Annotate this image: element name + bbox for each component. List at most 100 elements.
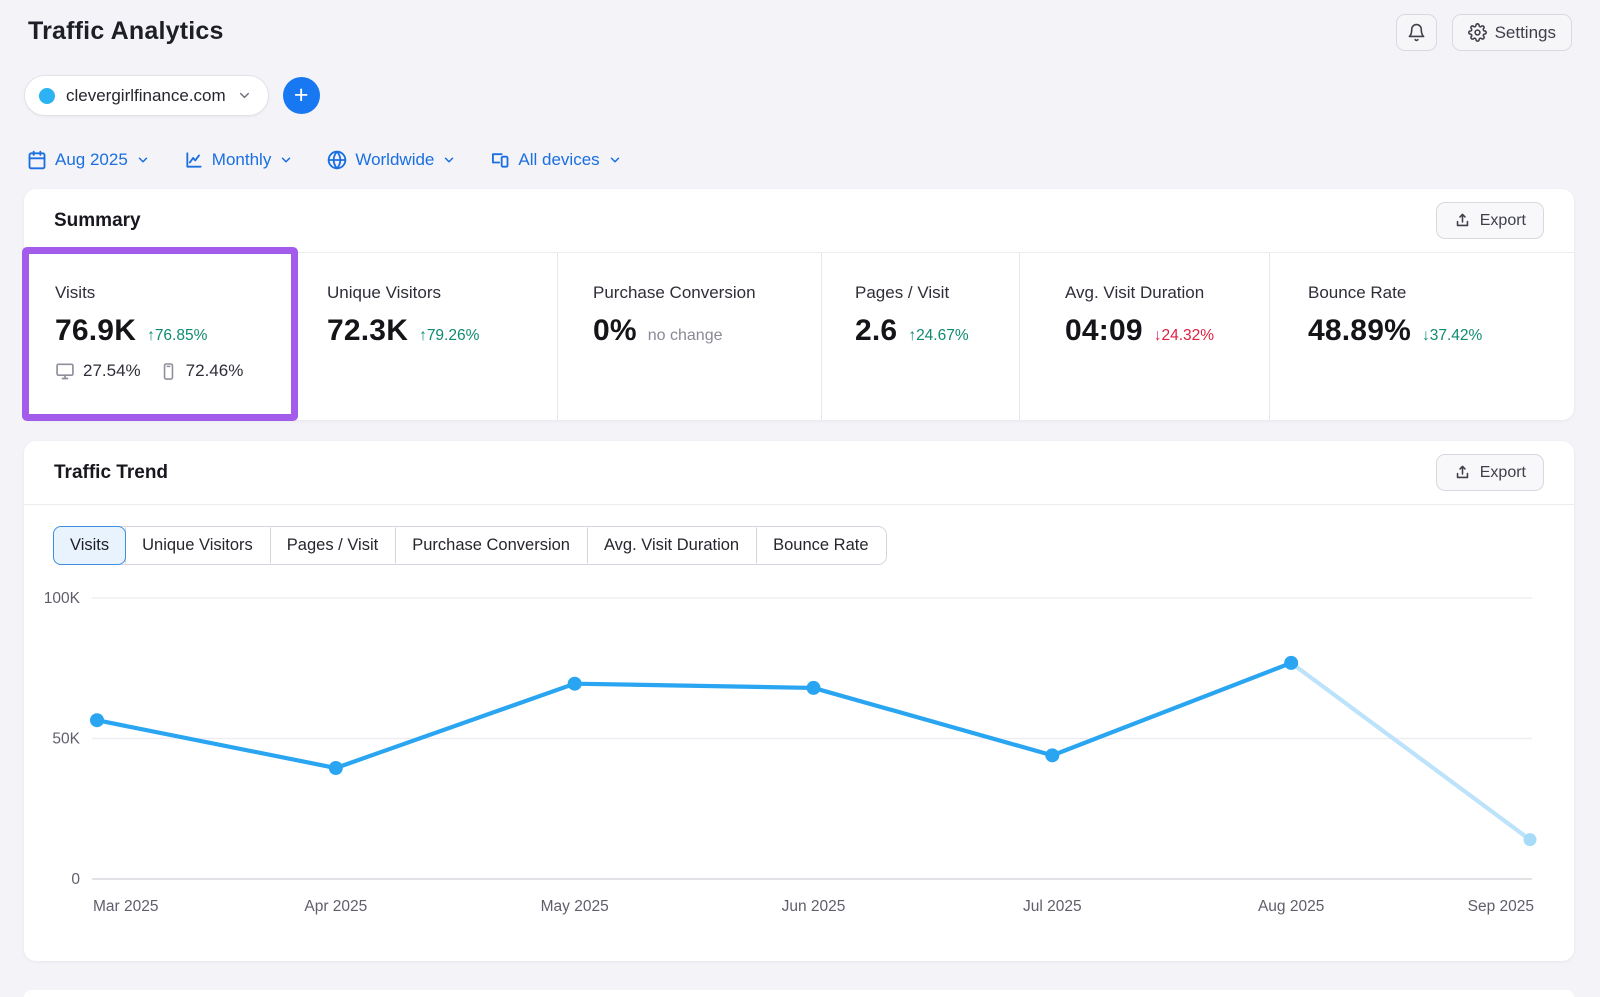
devices-filter[interactable]: All devices [490, 150, 621, 170]
x-axis-label: May 2025 [541, 898, 609, 915]
metric-bounce-rate: Bounce Rate 48.89% ↓37.42% [1269, 253, 1574, 420]
region-filter-label: Worldwide [355, 150, 434, 170]
x-axis-label: Aug 2025 [1258, 898, 1324, 915]
devices-filter-label: All devices [518, 150, 599, 170]
add-domain-button[interactable]: + [283, 77, 320, 114]
granularity-filter-label: Monthly [212, 150, 272, 170]
metric-value: 76.9K [55, 314, 136, 348]
metric-delta: ↑79.26% [419, 327, 479, 345]
summary-metrics-row: Visits 76.9K ↑76.85% 27.54% [24, 253, 1574, 420]
metric-delta: no change [648, 327, 723, 345]
chevron-down-icon [442, 153, 456, 167]
header-actions: Settings [1396, 14, 1572, 51]
domain-selector[interactable]: clevergirlfinance.com [24, 75, 269, 116]
date-filter[interactable]: Aug 2025 [27, 150, 150, 170]
summary-card: Summary Export Visits 76.9K ↑76.85% [24, 189, 1574, 420]
metric-label: Bounce Rate [1308, 283, 1574, 303]
chevron-down-icon [608, 153, 622, 167]
x-axis-label: Jul 2025 [1023, 898, 1082, 915]
desktop-icon [55, 361, 75, 381]
summary-header: Summary Export [24, 189, 1574, 253]
metric-label: Purchase Conversion [593, 283, 821, 303]
page-title: Traffic Analytics [28, 14, 224, 46]
chart-point-may-2025[interactable] [568, 677, 582, 691]
date-filter-label: Aug 2025 [55, 150, 128, 170]
x-axis-label: Mar 2025 [93, 898, 158, 915]
metric-tabs: VisitsUnique VisitorsPages / VisitPurcha… [53, 526, 887, 565]
mobile-share: 72.46% [186, 361, 244, 381]
metric-unique-visitors: Unique Visitors 72.3K ↑79.26% [300, 253, 557, 420]
metric-avg-visit-duration: Avg. Visit Duration 04:09 ↓24.32% [1019, 253, 1269, 420]
y-axis-label: 100K [44, 590, 81, 607]
visits-line [97, 663, 1291, 768]
x-axis-label: Jun 2025 [782, 898, 846, 915]
metric-visits: Visits 76.9K ↑76.85% 27.54% [24, 253, 300, 420]
metric-pages-per-visit: Pages / Visit 2.6 ↑24.67% [821, 253, 1019, 420]
settings-label: Settings [1495, 23, 1556, 43]
metric-label: Unique Visitors [327, 283, 557, 303]
metric-delta: ↑76.85% [147, 327, 207, 345]
tab-unique-visitors[interactable]: Unique Visitors [125, 527, 270, 564]
tab-pages-visit[interactable]: Pages / Visit [270, 527, 395, 564]
trend-icon [184, 150, 204, 170]
traffic-trend-chart: 0 50K 100K Mar 2025 Apr 2025 May 2025 Jun 2025… [24, 573, 1574, 923]
globe-icon [327, 150, 347, 170]
export-icon [1454, 212, 1471, 229]
metric-delta: ↓24.32% [1154, 327, 1214, 345]
metric-label: Pages / Visit [855, 283, 1019, 303]
filter-row: Aug 2025 Monthly Worldwide [0, 116, 1600, 170]
chevron-down-icon [136, 153, 150, 167]
metric-value: 0% [593, 314, 637, 348]
traffic-trend-header: Traffic Trend Export [24, 441, 1574, 505]
domain-name: clevergirlfinance.com [66, 86, 226, 106]
y-axis-label: 0 [71, 871, 80, 888]
x-axis-label: Apr 2025 [304, 898, 367, 915]
bell-icon [1407, 23, 1426, 42]
metric-value: 2.6 [855, 314, 897, 348]
export-label: Export [1480, 212, 1526, 230]
traffic-trend-card: Traffic Trend Export VisitsUnique Visito… [24, 441, 1574, 961]
traffic-trend-export-button[interactable]: Export [1436, 454, 1544, 491]
visits-device-split: 27.54% 72.46% [55, 361, 300, 381]
summary-title: Summary [54, 210, 141, 232]
top-header: Traffic Analytics Settings [0, 0, 1600, 51]
chevron-down-icon [279, 153, 293, 167]
metric-value: 04:09 [1065, 314, 1143, 348]
domain-color-dot [39, 88, 55, 104]
metric-label: Visits [55, 283, 300, 303]
tab-visits[interactable]: Visits [53, 526, 126, 565]
metric-value: 72.3K [327, 314, 408, 348]
region-filter[interactable]: Worldwide [327, 150, 456, 170]
gear-icon [1468, 23, 1487, 42]
granularity-filter[interactable]: Monthly [184, 150, 294, 170]
y-axis-label: 50K [52, 731, 80, 748]
metric-label: Avg. Visit Duration [1065, 283, 1269, 303]
metric-delta: ↑24.67% [908, 327, 968, 345]
export-label: Export [1480, 464, 1526, 482]
chart-point-jun-2025[interactable] [807, 681, 821, 695]
metric-delta: ↓37.42% [1422, 327, 1482, 345]
metric-purchase-conversion: Purchase Conversion 0% no change [557, 253, 821, 420]
export-icon [1454, 464, 1471, 481]
chart-point-apr-2025[interactable] [329, 761, 343, 775]
tab-purchase-conversion[interactable]: Purchase Conversion [395, 527, 587, 564]
chart-point-aug-2025[interactable] [1284, 656, 1298, 670]
x-axis-label: Sep 2025 [1468, 898, 1534, 915]
notifications-button[interactable] [1396, 14, 1437, 51]
summary-export-button[interactable]: Export [1436, 202, 1544, 239]
mobile-icon [159, 362, 178, 381]
calendar-icon [27, 150, 47, 170]
chart-point-jul-2025[interactable] [1045, 748, 1059, 762]
devices-icon [490, 150, 510, 170]
settings-button[interactable]: Settings [1452, 14, 1572, 51]
chart-point-sep-2025[interactable] [1524, 833, 1537, 846]
metric-value: 48.89% [1308, 314, 1411, 348]
tab-bounce-rate[interactable]: Bounce Rate [756, 527, 885, 564]
chevron-down-icon [237, 88, 252, 103]
chart-point-mar-2025[interactable] [90, 713, 104, 727]
visits-line-projected [1291, 663, 1530, 840]
next-card-partial [24, 990, 1574, 997]
domain-row: clevergirlfinance.com + [0, 51, 1600, 116]
tab-avg-visit-duration[interactable]: Avg. Visit Duration [587, 527, 756, 564]
desktop-share: 27.54% [83, 361, 141, 381]
